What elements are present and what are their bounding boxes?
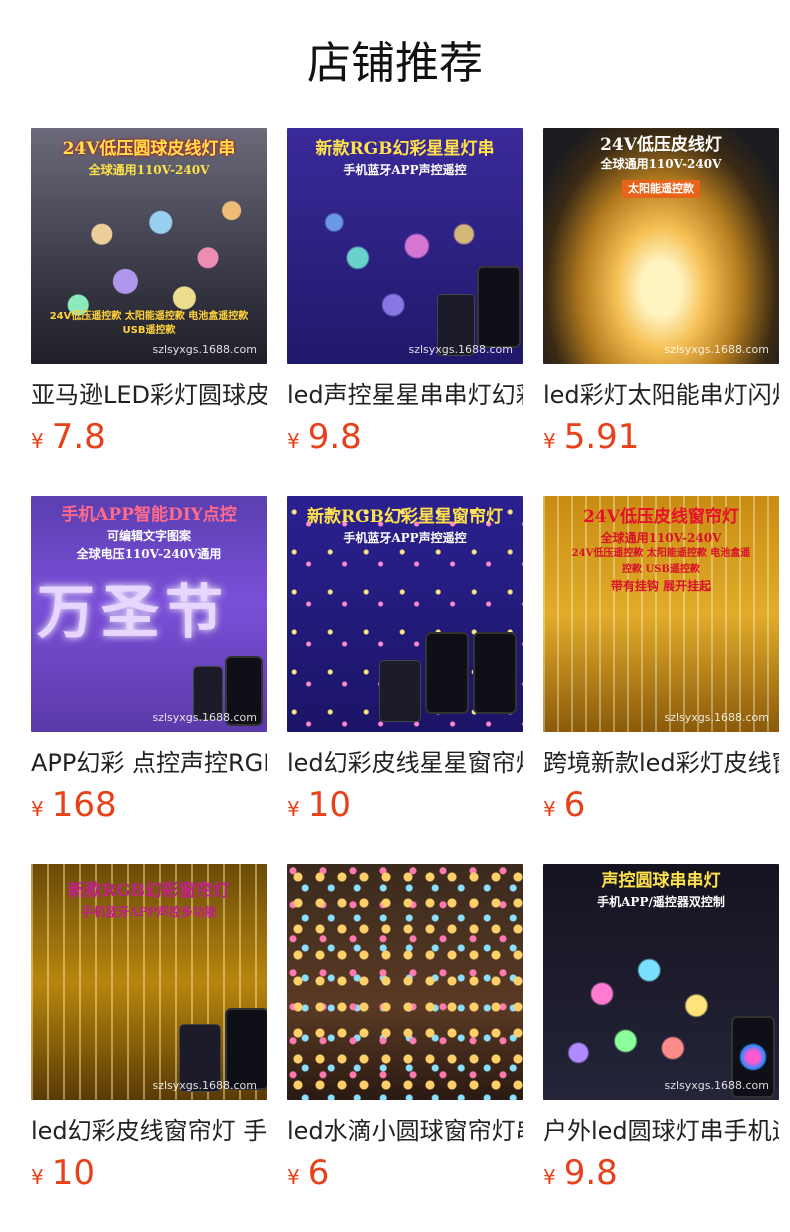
price-value: 168 <box>51 785 117 825</box>
price-value: 9.8 <box>307 417 362 457</box>
phone-icon <box>225 1008 267 1090</box>
image-watermark: szlsyxgs.1688.com <box>664 711 769 724</box>
image-caption: 声控圆球串串灯 <box>601 871 721 891</box>
currency-symbol: ¥ <box>287 797 300 821</box>
product-name[interactable]: led水滴小圆球窗帘灯串 <box>287 1115 523 1147</box>
phone-icon <box>425 632 469 714</box>
product-price: ¥168 <box>31 785 275 825</box>
product-price: ¥9.8 <box>287 417 531 457</box>
product-name[interactable]: led幻彩皮线窗帘灯 手机 <box>31 1115 267 1147</box>
image-subcaption-3: 带有挂钩 展开挂起 <box>610 579 712 593</box>
image-subcaption: 全球通用110V-240V <box>600 531 722 545</box>
image-caption: 24V低压圆球皮线灯串 <box>62 139 236 159</box>
currency-symbol: ¥ <box>543 797 556 821</box>
price-value: 6 <box>563 785 586 825</box>
product-price: ¥6 <box>287 1153 531 1193</box>
image-caption: 新款RGB幻彩星星灯串 <box>315 139 495 159</box>
price-value: 9.8 <box>563 1153 618 1193</box>
product-card[interactable]: 新款RGB幻彩窗帘灯 手机蓝牙APP声控多功能 szlsyxgs.1688.co… <box>31 864 275 1193</box>
image-subcaption: 全球通用110V-240V <box>600 157 722 171</box>
product-price: ¥5.91 <box>543 417 787 457</box>
page-title: 店铺推荐 <box>307 38 483 89</box>
image-caption: 手机APP智能DIY点控 <box>61 505 237 525</box>
product-image[interactable]: 24V低压皮线灯 全球通用110V-240V 太阳能遥控款 szlsyxgs.1… <box>543 128 779 364</box>
product-card[interactable]: 24V低压皮线窗帘灯 全球通用110V-240V 24V低压遥控款 太阳能遥控款… <box>543 496 787 825</box>
product-image[interactable]: 新款RGB幻彩星星窗帘灯 手机蓝牙APP声控遥控 <box>287 496 523 732</box>
image-watermark: szlsyxgs.1688.com <box>152 343 257 356</box>
product-price: ¥10 <box>31 1153 275 1193</box>
image-badge: 太阳能遥控款 <box>622 180 700 198</box>
product-name[interactable]: led彩灯太阳能串灯闪灯 <box>543 379 779 411</box>
image-caption: 新款RGB幻彩窗帘灯 <box>67 881 230 901</box>
image-watermark: szlsyxgs.1688.com <box>408 343 513 356</box>
phone-icon <box>473 632 517 714</box>
product-name[interactable]: APP幻彩 点控声控RGB <box>31 747 267 779</box>
image-caption: 新款RGB幻彩星星窗帘灯 <box>306 507 503 527</box>
product-image[interactable]: 手机APP智能DIY点控 可编辑文字图案 全球电压110V-240V通用 万圣节… <box>31 496 267 732</box>
phone-icon <box>477 266 521 348</box>
price-value: 10 <box>51 1153 95 1193</box>
currency-symbol: ¥ <box>287 1165 300 1189</box>
image-watermark: szlsyxgs.1688.com <box>152 1079 257 1092</box>
product-card[interactable]: led水滴小圆球窗帘灯串 ¥6 <box>287 864 531 1193</box>
image-subcaption: 手机蓝牙APP声控遥控 <box>343 163 467 177</box>
product-image[interactable]: 新款RGB幻彩窗帘灯 手机蓝牙APP声控多功能 szlsyxgs.1688.co… <box>31 864 267 1100</box>
product-name[interactable]: 跨境新款led彩灯皮线窗帘 <box>543 747 779 779</box>
image-subcaption: 手机蓝牙APP声控多功能 <box>81 905 217 919</box>
image-subcaption: 全球通用110V-240V <box>88 163 210 177</box>
product-price: ¥7.8 <box>31 417 275 457</box>
image-big-text: 万圣节 <box>37 578 230 646</box>
currency-symbol: ¥ <box>31 797 44 821</box>
image-caption: 24V低压皮线窗帘灯 <box>583 507 739 527</box>
product-price: ¥9.8 <box>543 1153 787 1193</box>
product-image[interactable]: 新款RGB幻彩星星灯串 手机蓝牙APP声控遥控 szlsyxgs.1688.co… <box>287 128 523 364</box>
product-card[interactable]: 24V低压皮线灯 全球通用110V-240V 太阳能遥控款 szlsyxgs.1… <box>543 128 787 457</box>
product-name[interactable]: led声控星星串串灯幻彩 <box>287 379 523 411</box>
currency-symbol: ¥ <box>543 429 556 453</box>
image-subcaption: 可编辑文字图案 <box>106 529 191 543</box>
product-image[interactable] <box>287 864 523 1100</box>
image-caption: 24V低压皮线灯 <box>600 135 722 155</box>
product-card[interactable]: 24V低压圆球皮线灯串 全球通用110V-240V 24V低压遥控款 太阳能遥控… <box>31 128 275 457</box>
image-subcaption: 手机APP/遥控器双控制 <box>597 895 725 909</box>
image-subcaption: 手机蓝牙APP声控遥控 <box>343 531 467 545</box>
currency-symbol: ¥ <box>31 1165 44 1189</box>
currency-symbol: ¥ <box>287 429 300 453</box>
image-subcaption-2: 24V低压遥控款 太阳能遥控款 电池盒遥控款 USB遥控款 <box>571 548 751 575</box>
product-price: ¥6 <box>543 785 787 825</box>
product-card[interactable]: 声控圆球串串灯 手机APP/遥控器双控制 szlsyxgs.1688.com 户… <box>543 864 787 1193</box>
image-footer: 24V低压遥控款 太阳能遥控款 电池盒遥控款 USB遥控款 <box>49 311 249 336</box>
product-price: ¥10 <box>287 785 531 825</box>
product-name[interactable]: 亚马逊LED彩灯圆球皮线灯串 <box>31 379 267 411</box>
price-value: 5.91 <box>563 417 640 457</box>
product-image[interactable]: 24V低压皮线窗帘灯 全球通用110V-240V 24V低压遥控款 太阳能遥控款… <box>543 496 779 732</box>
product-card[interactable]: 新款RGB幻彩星星窗帘灯 手机蓝牙APP声控遥控 led幻彩皮线星星窗帘灯 ¥1… <box>287 496 531 825</box>
image-subcaption-2: 全球电压110V-240V通用 <box>76 547 222 561</box>
currency-symbol: ¥ <box>543 1165 556 1189</box>
product-name[interactable]: led幻彩皮线星星窗帘灯 <box>287 747 523 779</box>
currency-symbol: ¥ <box>31 429 44 453</box>
price-value: 6 <box>307 1153 330 1193</box>
price-value: 10 <box>307 785 351 825</box>
price-value: 7.8 <box>51 417 106 457</box>
product-card[interactable]: 新款RGB幻彩星星灯串 手机蓝牙APP声控遥控 szlsyxgs.1688.co… <box>287 128 531 457</box>
product-image[interactable]: 24V低压圆球皮线灯串 全球通用110V-240V 24V低压遥控款 太阳能遥控… <box>31 128 267 364</box>
product-image[interactable]: 声控圆球串串灯 手机APP/遥控器双控制 szlsyxgs.1688.com <box>543 864 779 1100</box>
product-card[interactable]: 手机APP智能DIY点控 可编辑文字图案 全球电压110V-240V通用 万圣节… <box>31 496 275 825</box>
image-watermark: szlsyxgs.1688.com <box>664 1079 769 1092</box>
image-watermark: szlsyxgs.1688.com <box>152 711 257 724</box>
image-watermark: szlsyxgs.1688.com <box>664 343 769 356</box>
remote-control-icon <box>379 660 421 722</box>
product-name[interactable]: 户外led圆球灯串手机遥控 <box>543 1115 779 1147</box>
